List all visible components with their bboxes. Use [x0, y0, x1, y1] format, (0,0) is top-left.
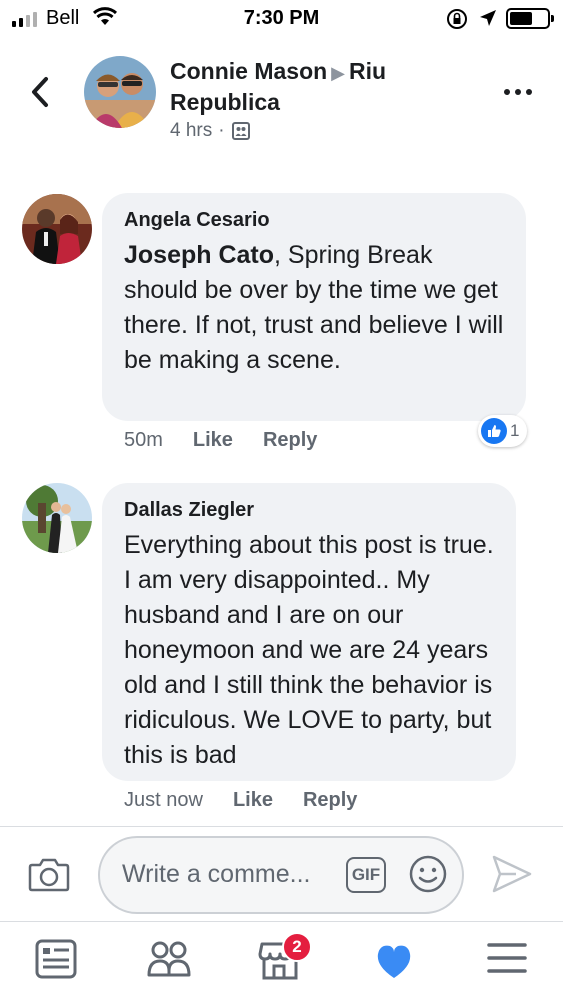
- composer-divider: [0, 826, 563, 827]
- comment-mention[interactable]: Joseph Cato: [124, 241, 274, 269]
- post-author-avatar[interactable]: [84, 56, 156, 128]
- battery-fill: [510, 12, 532, 25]
- send-icon[interactable]: [490, 853, 534, 895]
- reply-button[interactable]: Reply: [263, 429, 317, 452]
- comment-text: Everything about this post is true. I am…: [124, 531, 494, 769]
- tab-marketplace[interactable]: 2: [258, 932, 312, 984]
- like-button[interactable]: Like: [233, 789, 273, 812]
- back-icon[interactable]: [28, 76, 54, 108]
- comment-bubble: Dallas Ziegler Everything about this pos…: [102, 483, 516, 781]
- comment-author[interactable]: Angela Cesario: [124, 209, 506, 232]
- tabbar-divider: [0, 921, 563, 922]
- meta-separator: ·: [218, 120, 225, 141]
- comment-actions: 50m Like Reply: [124, 429, 317, 452]
- more-icon[interactable]: [504, 80, 538, 104]
- news-feed-icon: [35, 939, 77, 979]
- groups-icon: [147, 941, 191, 977]
- reply-button[interactable]: Reply: [303, 789, 357, 812]
- tab-dating[interactable]: [372, 938, 420, 984]
- status-bar: Bell 7:30 PM: [0, 0, 563, 40]
- camera-icon[interactable]: [28, 855, 70, 893]
- menu-icon: [487, 943, 527, 973]
- tab-groups[interactable]: [146, 938, 194, 984]
- post-meta: 4 hrs ·: [170, 120, 251, 142]
- like-button[interactable]: Like: [193, 429, 233, 452]
- commenter-avatar[interactable]: [22, 194, 92, 264]
- notification-badge: 2: [282, 932, 312, 962]
- post-time[interactable]: 4 hrs: [170, 120, 212, 142]
- battery-icon: [506, 8, 554, 29]
- shared-to-arrow-icon: ▶: [331, 63, 346, 83]
- privacy-icon: [231, 122, 250, 140]
- comment-actions: Just now Like Reply: [124, 789, 357, 812]
- comment-author[interactable]: Dallas Ziegler: [124, 499, 496, 522]
- tab-news-feed[interactable]: [34, 938, 82, 984]
- comment-time: Just now: [124, 789, 203, 811]
- post-author-name[interactable]: Connie Mason: [170, 58, 327, 84]
- reaction-count: 1: [510, 421, 520, 440]
- comment-time: 50m: [124, 429, 163, 451]
- commenter-avatar[interactable]: [22, 483, 92, 553]
- comment-text: Joseph Cato, Spring Break should be over…: [124, 238, 506, 378]
- emoji-icon[interactable]: [408, 854, 448, 894]
- comment-input-placeholder: Write a comme...: [122, 860, 311, 888]
- comment-input[interactable]: Write a comme... GIF: [98, 836, 464, 914]
- location-icon: [480, 10, 496, 26]
- dating-icon: [377, 945, 411, 978]
- tab-menu[interactable]: [486, 938, 534, 984]
- post-title[interactable]: Connie Mason ▶ Riu Republica: [170, 57, 470, 117]
- gif-button[interactable]: GIF: [346, 857, 386, 893]
- rotation-lock-icon: [447, 9, 467, 29]
- like-icon: [481, 418, 507, 444]
- reaction-count-badge[interactable]: 1: [478, 415, 528, 447]
- comment-bubble: Angela Cesario Joseph Cato, Spring Break…: [102, 193, 526, 421]
